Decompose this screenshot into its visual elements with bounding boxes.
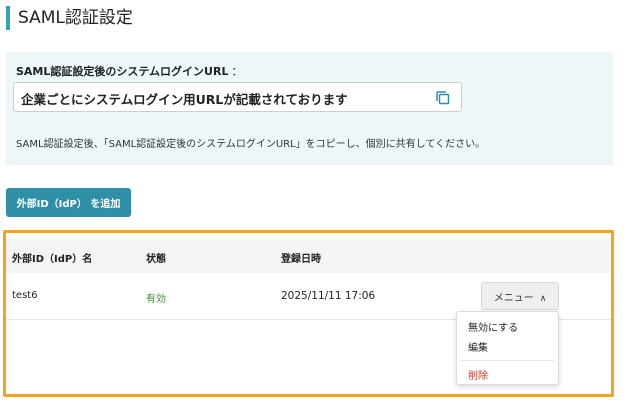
row-date: 2025/11/11 17:06 [281,290,376,302]
add-external-id-button[interactable]: 外部ID（IdP） を追加 [6,188,131,217]
login-url-value: 企業ごとにシステムログイン用URLが記載されております [21,92,348,107]
login-url-panel: SAML認証設定後のシステムログインURL： 企業ごとにシステムログイン用URL… [6,52,613,165]
row-menu-button[interactable]: メニュー ∧ [481,282,559,310]
column-header-date: 登録日時 [281,254,321,265]
chevron-up-icon: ∧ [539,293,547,304]
table-header: 外部ID（IdP）名 状態 登録日時 [6,239,611,273]
column-header-status: 状態 [146,254,166,265]
copy-icon[interactable] [434,89,452,107]
column-header-name: 外部ID（IdP）名 [12,254,93,265]
page-title: SAML認証設定 [6,6,133,30]
menu-item-delete[interactable]: 削除 [468,367,488,382]
menu-item-edit[interactable]: 編集 [468,339,488,354]
login-url-label-text: SAML認証設定後のシステムログインURL [16,65,229,78]
row-status-badge: 有効 [146,294,166,305]
login-url-field[interactable]: 企業ごとにシステムログイン用URLが記載されております [13,82,462,112]
row-menu-dropdown: 無効にする 編集 削除 [456,311,559,385]
menu-item-disable[interactable]: 無効にする [468,319,518,334]
row-menu-label: メニュー [493,292,534,304]
login-url-label: SAML認証設定後のシステムログインURL： [16,63,242,79]
row-name: test6 [12,290,38,301]
login-url-label-colon: ： [231,65,243,78]
login-url-help-text: SAML認証設定後、「SAML認証設定後のシステムログインURL」をコピーし、個… [16,139,486,150]
menu-divider [461,360,554,361]
